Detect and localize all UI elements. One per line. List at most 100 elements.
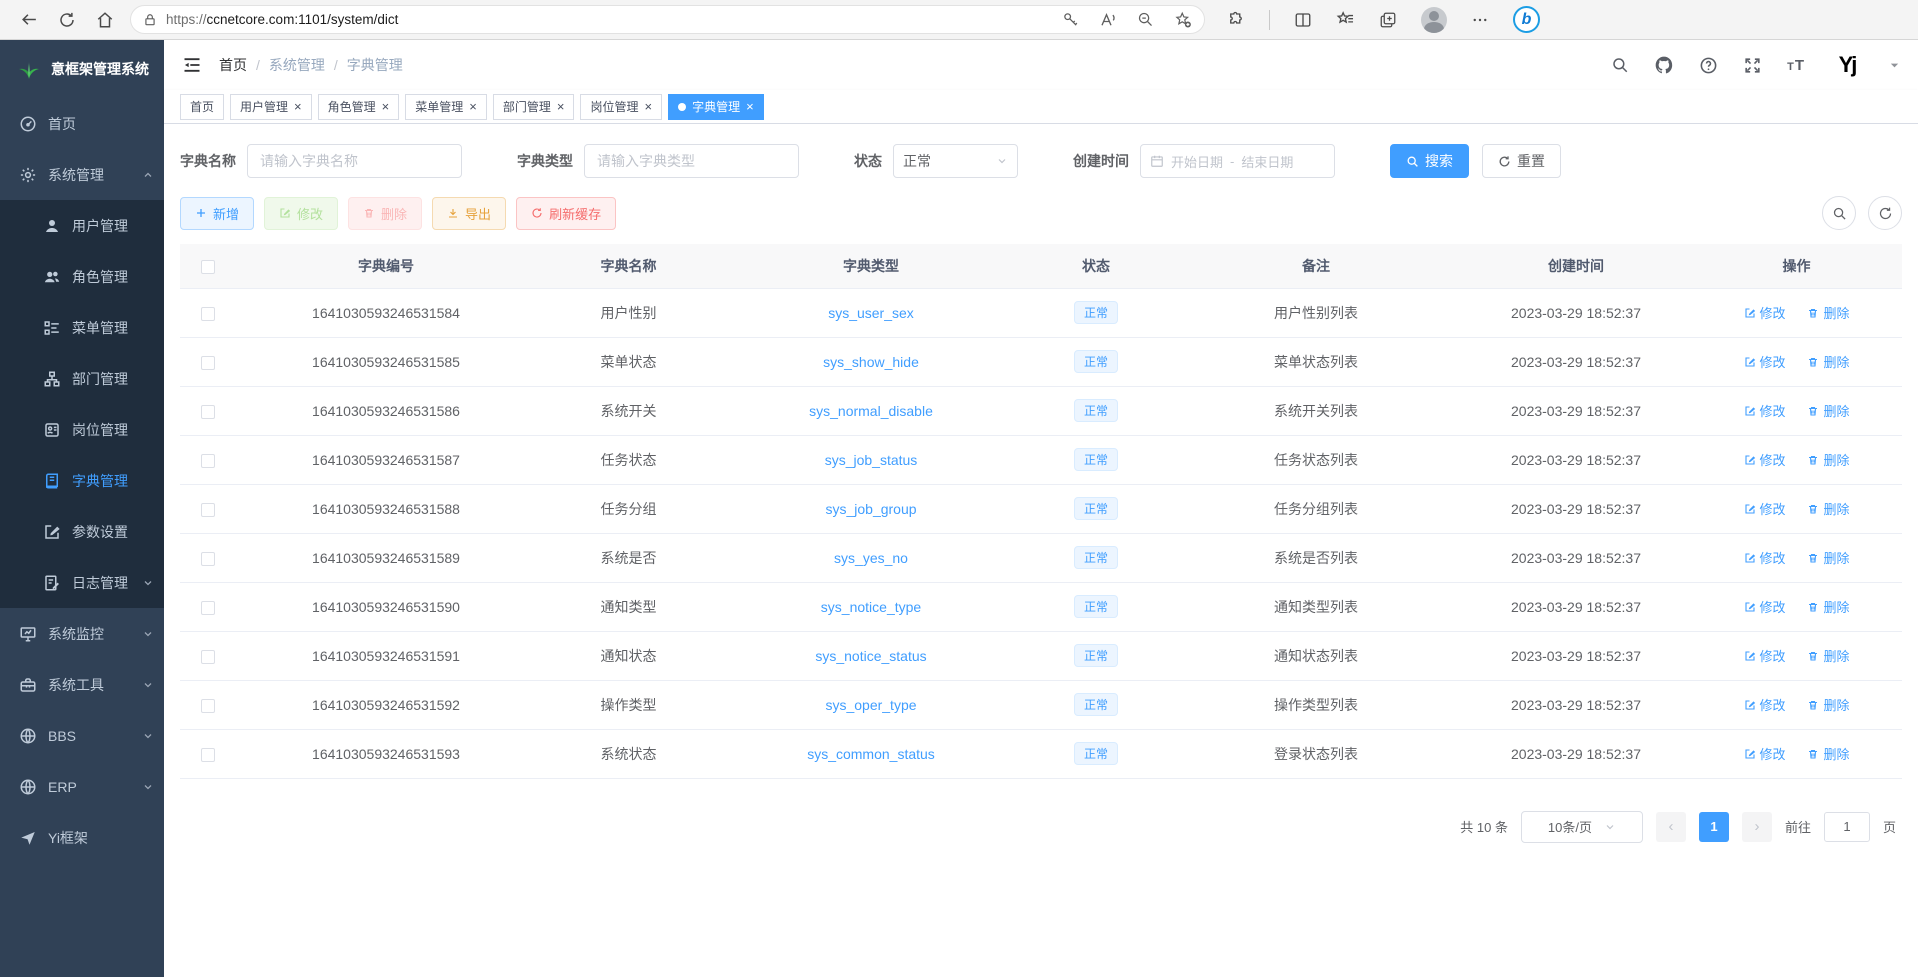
delete-row-link[interactable]: 删除 [1807, 695, 1849, 714]
close-icon[interactable]: × [469, 100, 477, 113]
sidebar-item-system-monitor[interactable]: 系统监控 [0, 608, 164, 659]
split-screen-icon[interactable] [1294, 11, 1312, 29]
close-icon[interactable]: × [746, 100, 754, 113]
close-icon[interactable]: × [644, 100, 652, 113]
row-checkbox[interactable] [201, 356, 215, 370]
user-logo[interactable]: Yj [1830, 48, 1864, 82]
sidebar-item-system-mgmt[interactable]: 系统管理 [0, 149, 164, 200]
refresh-icon[interactable] [48, 4, 86, 36]
sidebar-item-menu-mgmt[interactable]: 菜单管理 [0, 302, 164, 353]
dict-type-link[interactable]: sys_notice_type [821, 599, 921, 615]
collections-icon[interactable] [1379, 11, 1397, 29]
row-checkbox[interactable] [201, 748, 215, 762]
date-range-picker[interactable]: 开始日期 - 结束日期 [1140, 144, 1335, 178]
delete-row-link[interactable]: 删除 [1807, 597, 1849, 616]
home-icon[interactable] [86, 4, 124, 36]
delete-row-link[interactable]: 删除 [1807, 499, 1849, 518]
close-icon[interactable]: × [294, 100, 302, 113]
tab-dict-mgmt[interactable]: 字典管理× [668, 94, 764, 120]
help-icon[interactable] [1699, 56, 1718, 75]
row-checkbox[interactable] [201, 601, 215, 615]
breadcrumb-home[interactable]: 首页 [219, 55, 247, 75]
sidebar-item-user-mgmt[interactable]: 用户管理 [0, 200, 164, 251]
sidebar-item-bbs[interactable]: BBS [0, 710, 164, 761]
tab-post-mgmt[interactable]: 岗位管理× [580, 94, 662, 120]
edit-row-link[interactable]: 修改 [1744, 744, 1786, 763]
search-button[interactable]: 搜索 [1390, 144, 1469, 178]
edit-row-link[interactable]: 修改 [1744, 548, 1786, 567]
edit-row-link[interactable]: 修改 [1744, 695, 1786, 714]
status-select[interactable]: 正常 [893, 144, 1018, 178]
breadcrumb-system[interactable]: 系统管理 [269, 55, 325, 75]
edit-row-link[interactable]: 修改 [1744, 646, 1786, 665]
dict-type-input[interactable] [584, 144, 799, 178]
tab-dept-mgmt[interactable]: 部门管理× [493, 94, 575, 120]
delete-row-link[interactable]: 删除 [1807, 352, 1849, 371]
close-icon[interactable]: × [557, 100, 565, 113]
dict-type-link[interactable]: sys_job_group [825, 501, 916, 517]
bing-chat-icon[interactable]: b [1513, 6, 1540, 33]
search-icon[interactable] [1611, 56, 1629, 74]
tab-menu-mgmt[interactable]: 菜单管理× [405, 94, 487, 120]
dict-type-link[interactable]: sys_show_hide [823, 354, 919, 370]
tab-user-mgmt[interactable]: 用户管理× [230, 94, 312, 120]
row-checkbox[interactable] [201, 552, 215, 566]
delete-row-link[interactable]: 删除 [1807, 401, 1849, 420]
page-size-select[interactable]: 10条/页 [1521, 811, 1643, 843]
sidebar-item-erp[interactable]: ERP [0, 761, 164, 812]
sidebar-item-dept-mgmt[interactable]: 部门管理 [0, 353, 164, 404]
font-size-icon[interactable]: TT [1787, 57, 1805, 74]
fullscreen-icon[interactable] [1743, 56, 1762, 75]
row-checkbox[interactable] [201, 307, 215, 321]
edit-row-link[interactable]: 修改 [1744, 303, 1786, 322]
row-checkbox[interactable] [201, 454, 215, 468]
dict-type-link[interactable]: sys_oper_type [825, 697, 916, 713]
dict-type-link[interactable]: sys_normal_disable [809, 403, 933, 419]
url-text[interactable]: https://ccnetcore.com:1101/system/dict [166, 12, 1062, 27]
sidebar-item-dict-mgmt[interactable]: 字典管理 [0, 455, 164, 506]
sidebar-item-role-mgmt[interactable]: 角色管理 [0, 251, 164, 302]
dict-type-link[interactable]: sys_job_status [825, 452, 918, 468]
prev-page-button[interactable]: ‹ [1656, 812, 1686, 842]
dropdown-caret-icon[interactable] [1889, 60, 1900, 71]
github-icon[interactable] [1654, 55, 1674, 75]
edit-row-link[interactable]: 修改 [1744, 401, 1786, 420]
export-button[interactable]: 导出 [432, 197, 506, 230]
delete-row-link[interactable]: 删除 [1807, 548, 1849, 567]
refresh-cache-button[interactable]: 刷新缓存 [516, 197, 616, 230]
dict-name-input[interactable] [247, 144, 462, 178]
profile-avatar[interactable] [1421, 7, 1447, 33]
dict-type-link[interactable]: sys_common_status [807, 746, 935, 762]
edit-row-link[interactable]: 修改 [1744, 499, 1786, 518]
edit-button[interactable]: 修改 [264, 197, 338, 230]
sidebar-item-post-mgmt[interactable]: 岗位管理 [0, 404, 164, 455]
sidebar-item-log-mgmt[interactable]: 日志管理 [0, 557, 164, 608]
collapse-menu-icon[interactable] [182, 55, 202, 75]
delete-button[interactable]: 删除 [348, 197, 422, 230]
add-button[interactable]: 新增 [180, 197, 254, 230]
row-checkbox[interactable] [201, 699, 215, 713]
delete-row-link[interactable]: 删除 [1807, 646, 1849, 665]
row-checkbox[interactable] [201, 405, 215, 419]
toggle-search-button[interactable] [1822, 196, 1856, 230]
refresh-table-button[interactable] [1868, 196, 1902, 230]
favorite-star-icon[interactable] [1174, 11, 1192, 29]
delete-row-link[interactable]: 删除 [1807, 303, 1849, 322]
delete-row-link[interactable]: 删除 [1807, 450, 1849, 469]
sidebar-item-home[interactable]: 首页 [0, 98, 164, 149]
sidebar-item-yi-framework[interactable]: Yi框架 [0, 812, 164, 863]
extensions-icon[interactable] [1227, 11, 1245, 29]
app-logo[interactable]: 意框架管理系统 [0, 40, 164, 98]
sidebar-item-system-tools[interactable]: 系统工具 [0, 659, 164, 710]
password-key-icon[interactable] [1062, 11, 1079, 28]
address-bar[interactable]: https://ccnetcore.com:1101/system/dict [130, 5, 1205, 34]
back-icon[interactable] [10, 4, 48, 36]
dict-type-link[interactable]: sys_notice_status [815, 648, 926, 664]
edit-row-link[interactable]: 修改 [1744, 352, 1786, 371]
favorites-icon[interactable] [1336, 10, 1355, 29]
next-page-button[interactable]: › [1742, 812, 1772, 842]
page-number-1[interactable]: 1 [1699, 812, 1729, 842]
dict-type-link[interactable]: sys_user_sex [828, 305, 914, 321]
edit-row-link[interactable]: 修改 [1744, 450, 1786, 469]
delete-row-link[interactable]: 删除 [1807, 744, 1849, 763]
